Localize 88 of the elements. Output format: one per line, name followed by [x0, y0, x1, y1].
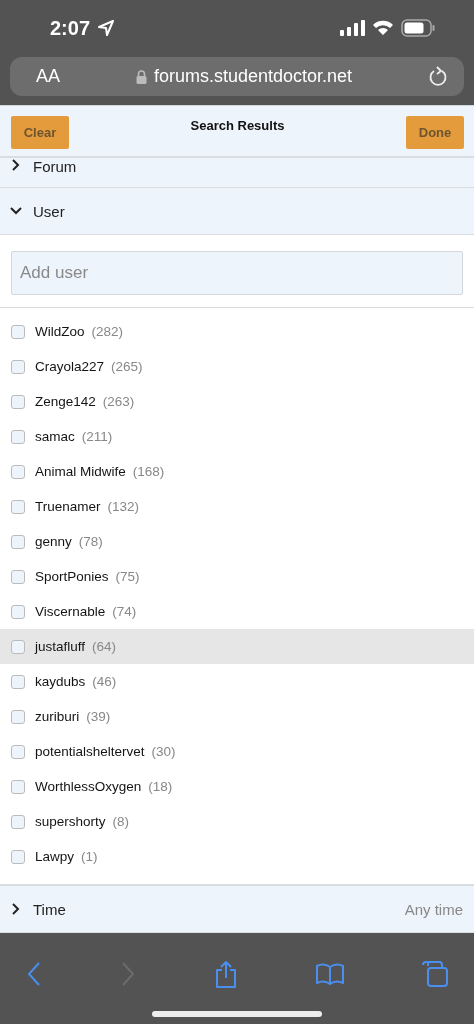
post-count: (282): [91, 324, 124, 339]
book-icon[interactable]: [316, 963, 344, 985]
time-value: Any time: [404, 900, 463, 918]
user-row[interactable]: WorthlessOxygen (18): [0, 769, 474, 804]
user-row[interactable]: genny (78): [0, 524, 474, 559]
user-row[interactable]: Viscernable (74): [0, 594, 474, 629]
checkbox[interactable]: [11, 359, 25, 374]
share-icon[interactable]: [214, 960, 238, 988]
user-name: SportPonies: [35, 569, 109, 584]
section-header[interactable]: Time Any time: [0, 885, 474, 933]
user-row[interactable]: Truenamer (132): [0, 489, 474, 524]
user-name: samac: [35, 429, 75, 444]
checkbox[interactable]: [11, 639, 25, 654]
checkbox[interactable]: [11, 814, 25, 829]
user-row[interactable]: Animal Midwife (168): [0, 454, 474, 489]
post-count: (75): [115, 569, 140, 584]
checkbox[interactable]: [11, 464, 25, 479]
post-count: (74): [112, 604, 137, 619]
post-count: (78): [78, 534, 103, 549]
lock-icon: [136, 69, 147, 84]
checkbox[interactable]: [11, 499, 25, 514]
checkbox[interactable]: [11, 394, 25, 409]
section-label: Time: [33, 900, 66, 918]
post-count: (263): [102, 394, 135, 409]
post-count: (168): [132, 464, 165, 479]
status-time: 2:07: [50, 16, 91, 40]
user-name: potentialsheltervet: [35, 744, 145, 759]
post-count: (64): [92, 639, 117, 654]
user-row[interactable]: potentialsheltervet (30): [0, 734, 474, 769]
user-row[interactable]: Crayola227 (265): [0, 349, 474, 384]
user-name: Truenamer: [35, 499, 101, 514]
user-name: Crayola227: [35, 359, 105, 374]
post-count: (1): [81, 849, 98, 864]
user-name: genny: [35, 534, 72, 549]
location-arrow-icon: [97, 19, 116, 37]
checkbox[interactable]: [11, 709, 25, 724]
checkbox[interactable]: [11, 569, 25, 584]
user-name: zuriburi: [35, 709, 80, 724]
url-text: forums.studentdoctor.net: [154, 66, 353, 87]
section-label: Forum: [33, 158, 77, 175]
post-count: (265): [111, 359, 143, 374]
add-user-field[interactable]: Add user: [11, 251, 463, 295]
user-row[interactable]: justafluff (64): [0, 629, 474, 664]
post-count: (8): [112, 814, 130, 829]
section-header[interactable]: Forum: [0, 158, 474, 188]
battery-icon: [401, 19, 436, 37]
user-row[interactable]: SportPonies (75): [0, 559, 474, 594]
user-name: justafluff: [35, 639, 86, 654]
user-row[interactable]: samac (211): [0, 419, 474, 454]
signal-icon: [340, 20, 365, 36]
post-count: (211): [81, 429, 113, 444]
user-name: Animal Midwife: [35, 464, 126, 479]
user-name: supershorty: [35, 814, 106, 829]
section-label: User: [33, 202, 65, 220]
user-row[interactable]: WildZoo (282): [0, 314, 474, 349]
user-name: Viscernable: [35, 604, 106, 619]
back-icon[interactable]: [26, 961, 42, 987]
page-title: Search Results: [190, 118, 285, 133]
address-bar[interactable]: AA forums.studentdoctor.net: [10, 57, 464, 96]
user-name: kaydubs: [35, 674, 86, 689]
post-count: (30): [151, 744, 176, 759]
forward-icon[interactable]: [120, 961, 136, 987]
tabs-icon[interactable]: [422, 961, 448, 987]
post-count: (18): [148, 779, 173, 794]
user-name: WildZoo: [35, 324, 85, 339]
user-name: Zenge142: [35, 394, 96, 409]
checkbox[interactable]: [11, 604, 25, 619]
wifi-icon: [372, 20, 394, 36]
user-row[interactable]: Lawpy (1): [0, 839, 474, 874]
checkbox[interactable]: [11, 744, 25, 759]
user-row[interactable]: kaydubs (46): [0, 664, 474, 699]
post-count: (132): [107, 499, 140, 514]
user-name: WorthlessOxygen: [35, 779, 142, 794]
user-row[interactable]: supershorty (8): [0, 804, 474, 839]
section-header[interactable]: User: [0, 188, 474, 235]
checkbox[interactable]: [11, 534, 25, 549]
checkbox[interactable]: [11, 674, 25, 689]
user-row[interactable]: zuriburi (39): [0, 699, 474, 734]
post-count: (39): [86, 709, 111, 724]
checkbox[interactable]: [11, 324, 25, 339]
user-name: Lawpy: [35, 849, 75, 864]
user-row[interactable]: Zenge142 (263): [0, 384, 474, 419]
post-count: (46): [92, 674, 117, 689]
checkbox[interactable]: [11, 849, 25, 864]
checkbox[interactable]: [11, 429, 25, 444]
checkbox[interactable]: [11, 779, 25, 794]
text-size-button[interactable]: AA: [36, 66, 136, 87]
reload-icon[interactable]: [428, 65, 448, 88]
